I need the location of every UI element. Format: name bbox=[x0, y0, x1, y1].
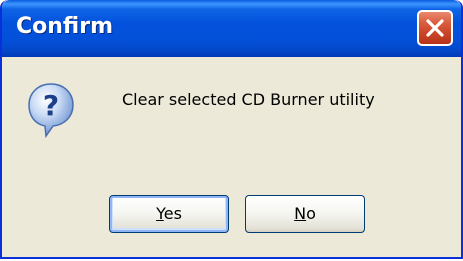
dialog-message: Clear selected CD Burner utility bbox=[122, 90, 375, 109]
yes-button[interactable]: Yes bbox=[109, 195, 229, 233]
close-icon bbox=[426, 19, 444, 37]
question-icon: ? bbox=[28, 83, 74, 139]
no-button[interactable]: No bbox=[245, 195, 365, 233]
svg-text:?: ? bbox=[43, 89, 59, 122]
yes-accel: Y bbox=[156, 204, 164, 223]
confirm-dialog: Confirm ? Clear selected CD Burner utili… bbox=[0, 0, 463, 259]
dialog-body: ? Clear selected CD Burner utility Yes N… bbox=[2, 57, 461, 257]
no-label-rest: o bbox=[306, 204, 316, 223]
close-button[interactable] bbox=[417, 10, 453, 46]
no-accel: N bbox=[294, 204, 307, 223]
dialog-title: Confirm bbox=[16, 14, 114, 39]
title-bar[interactable]: Confirm bbox=[2, 0, 461, 57]
yes-label-rest: es bbox=[163, 204, 182, 223]
